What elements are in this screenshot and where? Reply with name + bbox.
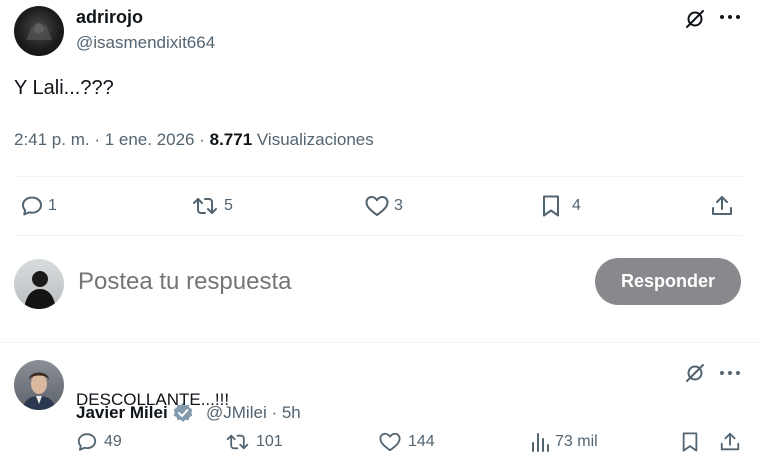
current-user-avatar[interactable] <box>14 259 64 309</box>
tweet-timestamp[interactable]: 2:41 p. m. · 1 ene. 2026 · <box>14 130 210 149</box>
like-icon <box>378 431 402 453</box>
grok-icon[interactable] <box>684 362 706 384</box>
like-count: 3 <box>394 197 403 214</box>
reply-separator: · <box>266 403 282 422</box>
reply-input[interactable] <box>76 262 560 302</box>
views-button[interactable]: 73 mil <box>530 431 598 453</box>
reply-button[interactable]: 1 <box>20 194 57 218</box>
bookmark-icon <box>680 431 700 453</box>
grok-icon[interactable] <box>684 8 706 30</box>
views-count: 8.771 <box>209 130 253 149</box>
retweet-button[interactable]: 5 <box>190 194 233 218</box>
reply-author-avatar[interactable] <box>14 360 64 410</box>
divider <box>14 235 742 236</box>
retweet-icon <box>224 431 251 453</box>
views-count: 73 mil <box>555 433 598 450</box>
like-icon <box>364 194 390 218</box>
more-icon[interactable] <box>719 370 741 376</box>
share-icon <box>719 431 741 453</box>
more-icon[interactable] <box>719 14 741 20</box>
reply-text: DESCOLLANTE...!!! <box>76 390 230 409</box>
bookmark-button[interactable] <box>680 431 700 453</box>
verified-badge-icon <box>172 362 200 464</box>
views-icon <box>530 431 550 453</box>
reply-icon <box>76 431 98 453</box>
share-icon <box>710 194 734 218</box>
reply-count: 49 <box>104 433 122 450</box>
divider <box>0 342 760 343</box>
author-handle[interactable]: @isasmendixit664 <box>76 33 215 53</box>
like-count: 144 <box>408 433 435 450</box>
share-button[interactable] <box>710 194 734 218</box>
bookmark-button[interactable]: 4 <box>540 194 581 218</box>
like-button[interactable]: 144 <box>378 431 435 453</box>
tweet-text: Y Lali...??? <box>14 77 114 99</box>
reply-icon <box>20 194 44 218</box>
like-button[interactable]: 3 <box>364 194 403 218</box>
reply-button[interactable]: 49 <box>76 431 122 453</box>
share-button[interactable] <box>719 431 741 453</box>
views-label: Visualizaciones <box>252 130 374 149</box>
author-display-name[interactable]: adrirojo <box>76 7 143 28</box>
reply-time[interactable]: 5h <box>282 403 301 423</box>
author-avatar[interactable] <box>14 6 64 56</box>
retweet-button[interactable]: 101 <box>224 431 283 453</box>
retweet-count: 101 <box>256 433 283 450</box>
tweet-meta: 2:41 p. m. · 1 ene. 2026 · 8.771 Visuali… <box>14 130 374 150</box>
retweet-count: 5 <box>224 197 233 214</box>
divider <box>14 176 742 177</box>
bookmark-count: 4 <box>572 197 581 214</box>
bookmark-icon <box>540 194 562 218</box>
retweet-icon <box>190 194 220 218</box>
reply-submit-button[interactable]: Responder <box>595 258 741 305</box>
reply-count: 1 <box>48 197 57 214</box>
